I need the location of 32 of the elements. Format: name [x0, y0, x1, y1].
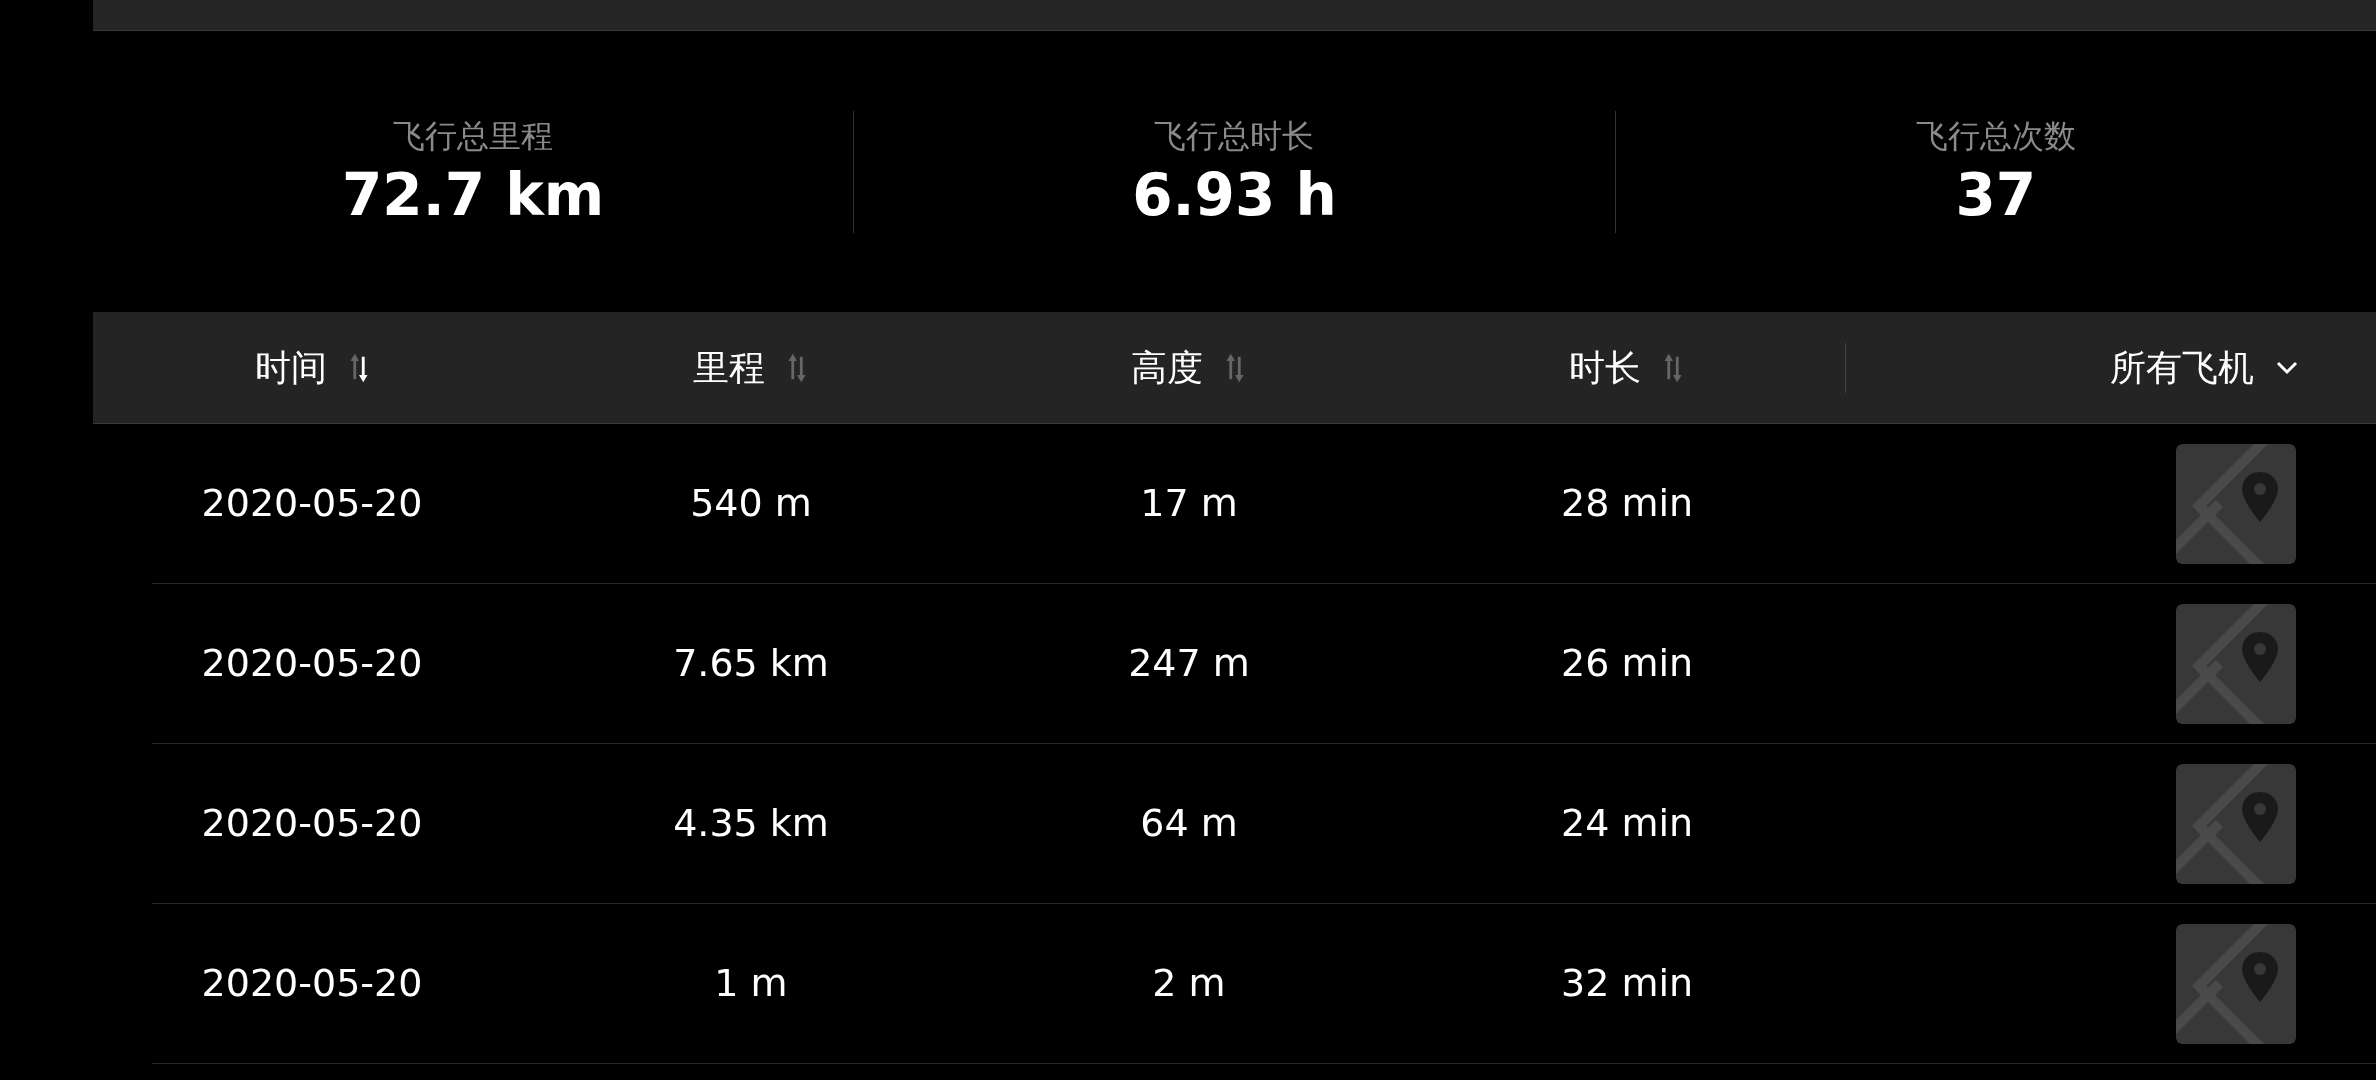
height-cell-text: 2 m: [1151, 960, 1227, 1007]
map-pin-icon[interactable]: [2176, 443, 2296, 564]
distance-cell-text: 4.35 km: [672, 800, 830, 847]
date-cell-text: 2020-05-20: [200, 960, 424, 1007]
date-cell-text: 2020-05-20: [200, 480, 424, 527]
column-header[interactable]: 时间: [255, 340, 327, 395]
date-cell-text: 2020-05-20: [200, 800, 424, 847]
column-header[interactable]: 高度: [1131, 340, 1203, 395]
map-pin-icon[interactable]: [2176, 923, 2296, 1044]
map-pin-icon[interactable]: [2176, 603, 2296, 724]
map-pin-icon[interactable]: [2176, 763, 2296, 884]
height-cell-text: 17 m: [1139, 480, 1239, 527]
column-header[interactable]: 时长: [1569, 340, 1641, 395]
stat-label: 飞行总时长: [1154, 119, 1315, 152]
stat-value: 6.93 h: [1132, 165, 1337, 224]
stat-value: 72.7 km: [342, 165, 605, 224]
duration-cell-text: 28 min: [1559, 480, 1695, 527]
aircraft-filter-dropdown[interactable]: 所有飞机: [2110, 340, 2298, 395]
stat-label: 飞行总里程: [393, 119, 554, 152]
duration-cell-text: 32 min: [1559, 960, 1695, 1007]
stat-label: 飞行总次数: [1915, 119, 2076, 152]
distance-cell-text: 540 m: [689, 480, 813, 527]
duration-cell-text: 26 min: [1559, 640, 1695, 687]
height-cell-text: 247 m: [1127, 640, 1251, 687]
duration-cell-text: 24 min: [1559, 800, 1695, 847]
column-header[interactable]: 里程: [693, 340, 765, 395]
date-cell-text: 2020-05-20: [200, 640, 424, 687]
stat-value: 37: [1955, 165, 2037, 224]
distance-cell-text: 1 m: [713, 960, 789, 1007]
distance-cell-text: 7.65 km: [672, 640, 830, 687]
chevron-down-icon[interactable]: [2276, 360, 2298, 375]
height-cell-text: 64 m: [1139, 800, 1239, 847]
